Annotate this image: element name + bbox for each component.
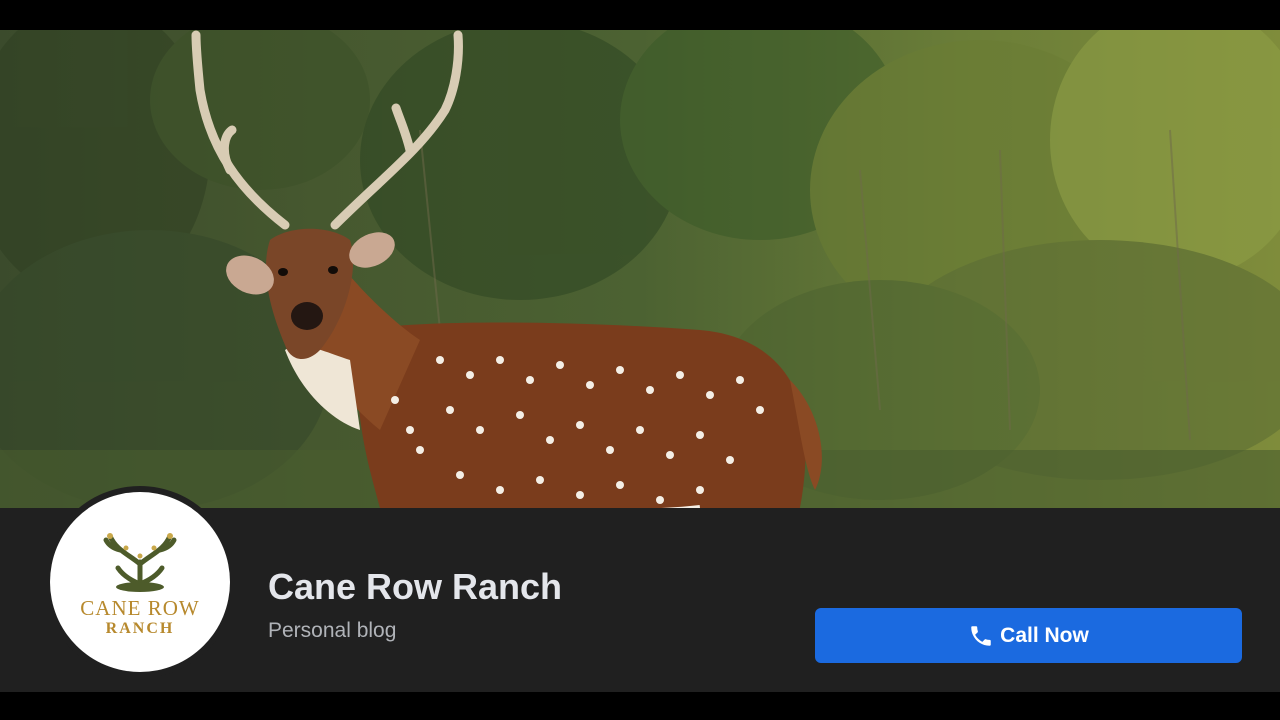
call-now-label: Call Now [1000, 623, 1089, 647]
antler-tree-logo-icon [103, 533, 177, 592]
avatar[interactable]: CANE ROW RANCH [50, 492, 230, 672]
phone-icon [968, 623, 994, 649]
page-header: CANE ROW RANCH Cane Row Ranch Personal b… [0, 0, 1280, 720]
call-now-button[interactable]: Call Now [815, 608, 1242, 663]
logo-text-secondary: RANCH [105, 620, 175, 637]
logo-text-primary: CANE ROW [80, 596, 200, 620]
page-title[interactable]: Cane Row Ranch [268, 566, 562, 608]
cover-photo[interactable] [0, 30, 1280, 508]
page-category[interactable]: Personal blog [268, 619, 396, 643]
deer-photo [0, 30, 1280, 508]
